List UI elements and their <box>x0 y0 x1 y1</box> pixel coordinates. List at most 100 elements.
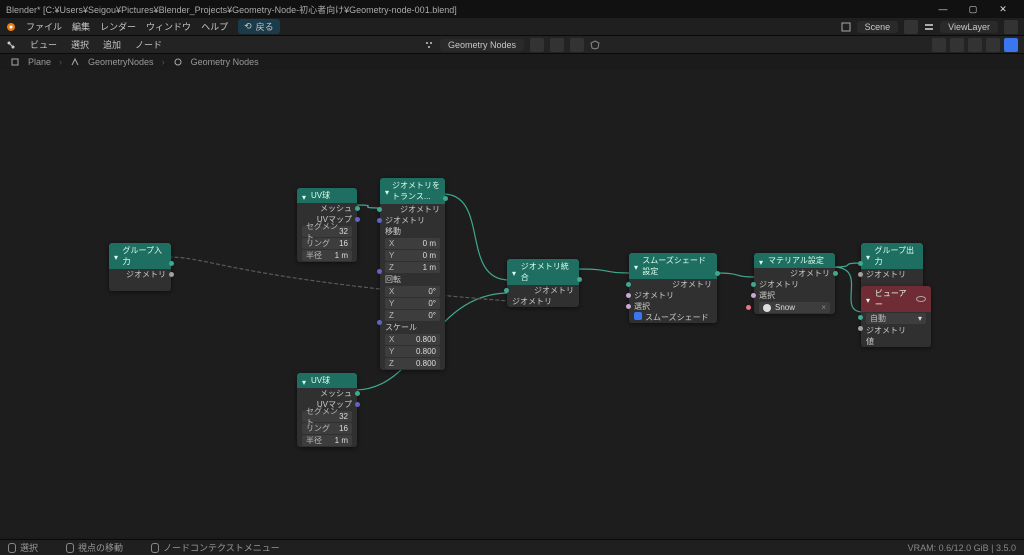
go-back-button[interactable]: ⟲ 戻る <box>238 19 280 34</box>
socket-in-geometry[interactable] <box>626 282 631 287</box>
node-uv-sphere-2[interactable]: ▾UV球 メッシュ UVマップ セグメント32 リング16 半径1 m <box>297 373 357 447</box>
overlay-btn-3[interactable] <box>968 38 982 52</box>
field-sy[interactable]: Y0.800 <box>385 346 440 357</box>
socket-out-mesh[interactable] <box>355 391 360 396</box>
scene-selector[interactable]: Scene <box>857 21 899 33</box>
menu-help[interactable]: ヘルプ <box>201 20 228 33</box>
menu-render[interactable]: レンダー <box>100 20 136 33</box>
socket-out-geometry[interactable] <box>833 271 838 276</box>
socket-out-uv[interactable] <box>355 402 360 407</box>
socket-in-material[interactable] <box>746 305 751 310</box>
clear-icon[interactable]: × <box>821 303 826 312</box>
field-rings[interactable]: リング16 <box>302 423 352 434</box>
node-group-input[interactable]: ▾グループ入力 ジオメトリ <box>109 243 171 291</box>
node-header[interactable]: ▾マテリアル設定 <box>754 253 835 268</box>
socket-out-geometry[interactable] <box>715 271 720 276</box>
socket-in-shade-smooth[interactable] <box>626 304 631 309</box>
socket-out-geometry[interactable] <box>443 196 448 201</box>
node-canvas[interactable]: ▾グループ入力 ジオメトリ ▾UV球 メッシュ UVマップ セグメント32 リン… <box>0 70 1024 537</box>
back-icon: ⟲ <box>244 21 252 32</box>
socket-in-geometry[interactable] <box>858 261 863 266</box>
socket-in-geometry[interactable] <box>858 315 863 320</box>
overlay-btn-5[interactable] <box>1004 38 1018 52</box>
eye-icon[interactable] <box>916 296 926 302</box>
field-material[interactable]: Snow × <box>759 302 830 313</box>
nodetree-icon <box>424 40 434 50</box>
node-header[interactable]: ▾ビューアー <box>861 286 931 312</box>
node-join-geometry[interactable]: ▾ジオメトリ統合 ジオメトリ ジオメトリ <box>507 259 579 307</box>
field-radius[interactable]: 半径1 m <box>302 435 352 446</box>
field-rz[interactable]: Z0° <box>385 310 440 321</box>
menu-file[interactable]: ファイル <box>26 20 62 33</box>
socket-in-selection[interactable] <box>751 293 756 298</box>
node-transform-geometry[interactable]: ▾ジオメトリをトランス... ジオメトリ ジオメトリ 移動 X0 m Y0 m … <box>380 178 445 370</box>
field-sz[interactable]: Z0.800 <box>385 358 440 369</box>
socket-out-geometry[interactable] <box>577 277 582 282</box>
field-tz[interactable]: Z1 m <box>385 262 440 273</box>
breadcrumb-object[interactable]: Plane <box>28 57 51 67</box>
socket-in-scale[interactable] <box>377 320 382 325</box>
field-radius[interactable]: 半径1 m <box>302 250 352 261</box>
menu-node[interactable]: ノード <box>135 38 162 51</box>
field-segments[interactable]: セグメント32 <box>302 226 352 237</box>
node-header[interactable]: ▾ジオメトリをトランス... <box>380 178 445 204</box>
shield-icon[interactable] <box>590 40 600 50</box>
menu-add[interactable]: 追加 <box>103 38 121 51</box>
field-segments[interactable]: セグメント32 <box>302 411 352 422</box>
nodetree-selector[interactable]: Geometry Nodes <box>440 39 524 51</box>
viewlayer-browse-button[interactable] <box>1004 20 1018 34</box>
socket-in-rotate[interactable] <box>377 269 382 274</box>
node-header[interactable]: ▾グループ入力 <box>109 243 171 269</box>
menu-select[interactable]: 選択 <box>71 38 89 51</box>
socket-in-selection[interactable] <box>626 293 631 298</box>
socket-in-geometry[interactable] <box>377 207 382 212</box>
breadcrumb-modifier[interactable]: GeometryNodes <box>88 57 154 67</box>
field-ty[interactable]: Y0 m <box>385 250 440 261</box>
socket-in-geometry[interactable] <box>504 288 509 293</box>
node-viewer[interactable]: ▾ビューアー 自動▾ ジオメトリ 値 <box>861 286 931 347</box>
node-header[interactable]: ▾UV球 <box>297 188 357 203</box>
overlay-btn-1[interactable] <box>932 38 946 52</box>
socket-in-blank[interactable] <box>858 272 863 277</box>
status-hint: ノードコンテクストメニュー <box>163 541 280 554</box>
menu-view[interactable]: ビュー <box>30 38 57 51</box>
fake-user-button[interactable] <box>550 38 564 52</box>
field-ry[interactable]: Y0° <box>385 298 440 309</box>
socket-out-geometry[interactable] <box>169 261 174 266</box>
node-group-output[interactable]: ▾グループ出力 ジオメトリ <box>861 243 923 291</box>
menu-window[interactable]: ウィンドウ <box>146 20 191 33</box>
socket-in-value[interactable] <box>858 326 863 331</box>
minimize-button[interactable]: — <box>928 0 958 18</box>
field-tx[interactable]: X0 m <box>385 238 440 249</box>
title-bar: Blender* [C:¥Users¥Seigou¥Pictures¥Blend… <box>0 0 1024 18</box>
node-header[interactable]: ▾グループ出力 <box>861 243 923 269</box>
checkbox-checked-icon[interactable] <box>634 312 642 320</box>
node-set-material[interactable]: ▾マテリアル設定 ジオメトリ ジオメトリ 選択 Snow × <box>754 253 835 314</box>
close-button[interactable]: ✕ <box>988 0 1018 18</box>
socket-in-geometry[interactable] <box>751 282 756 287</box>
node-header[interactable]: ▾ジオメトリ統合 <box>507 259 579 285</box>
socket-out-blank[interactable] <box>169 272 174 277</box>
pin-button[interactable] <box>530 38 544 52</box>
overlay-btn-2[interactable] <box>950 38 964 52</box>
field-domain[interactable]: 自動▾ <box>866 313 926 324</box>
maximize-button[interactable]: ▢ <box>958 0 988 18</box>
viewlayer-selector[interactable]: ViewLayer <box>940 21 998 33</box>
scene-browse-button[interactable] <box>904 20 918 34</box>
field-sx[interactable]: X0.800 <box>385 334 440 345</box>
socket-in-translate[interactable] <box>377 218 382 223</box>
field-rx[interactable]: X0° <box>385 286 440 297</box>
field-rings[interactable]: リング16 <box>302 238 352 249</box>
overlay-btn-4[interactable] <box>986 38 1000 52</box>
socket-out-uv[interactable] <box>355 217 360 222</box>
node-header[interactable]: ▾スムーズシェード設定 <box>629 253 717 279</box>
menu-edit[interactable]: 編集 <box>72 20 90 33</box>
node-header[interactable]: ▾UV球 <box>297 373 357 388</box>
node-uv-sphere-1[interactable]: ▾UV球 メッシュ UVマップ セグメント32 リング16 半径1 m <box>297 188 357 262</box>
nodetree-label: Geometry Nodes <box>448 40 516 50</box>
editor-type-icon[interactable] <box>6 40 16 50</box>
socket-out-mesh[interactable] <box>355 206 360 211</box>
breadcrumb-nodetree[interactable]: Geometry Nodes <box>191 57 259 67</box>
node-set-shade-smooth[interactable]: ▾スムーズシェード設定 ジオメトリ ジオメトリ 選択 スムーズシェード <box>629 253 717 323</box>
unlink-button[interactable] <box>570 38 584 52</box>
